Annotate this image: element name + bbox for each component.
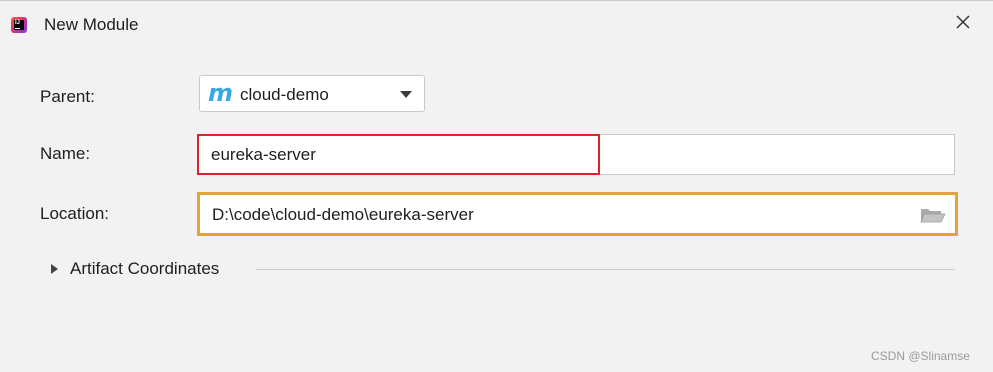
location-input-value: D:\code\cloud-demo\eureka-server: [212, 205, 474, 224]
artifact-coordinates-label: Artifact Coordinates: [70, 259, 220, 278]
folder-icon[interactable]: [920, 206, 946, 224]
parent-label: Parent:: [40, 87, 95, 106]
expand-arrow-icon: [51, 264, 58, 274]
parent-selected-value: cloud-demo: [240, 85, 329, 104]
maven-m-icon: m: [208, 79, 234, 107]
watermark: CSDN @Slinamse: [871, 349, 970, 363]
name-label: Name:: [40, 144, 91, 163]
parent-dropdown[interactable]: m cloud-demo: [199, 75, 425, 112]
name-input[interactable]: eureka-server: [197, 134, 955, 175]
section-divider: [256, 269, 955, 270]
location-label: Location:: [40, 204, 109, 223]
close-button[interactable]: [950, 9, 976, 35]
title-bar: New Module: [0, 1, 993, 45]
intellij-idea-icon: [11, 17, 27, 33]
location-input[interactable]: D:\code\cloud-demo\eureka-server: [197, 192, 958, 236]
chevron-down-icon: [400, 91, 412, 98]
window-title: New Module: [44, 15, 139, 34]
close-icon: [956, 15, 970, 29]
name-input-value: eureka-server: [211, 145, 316, 164]
